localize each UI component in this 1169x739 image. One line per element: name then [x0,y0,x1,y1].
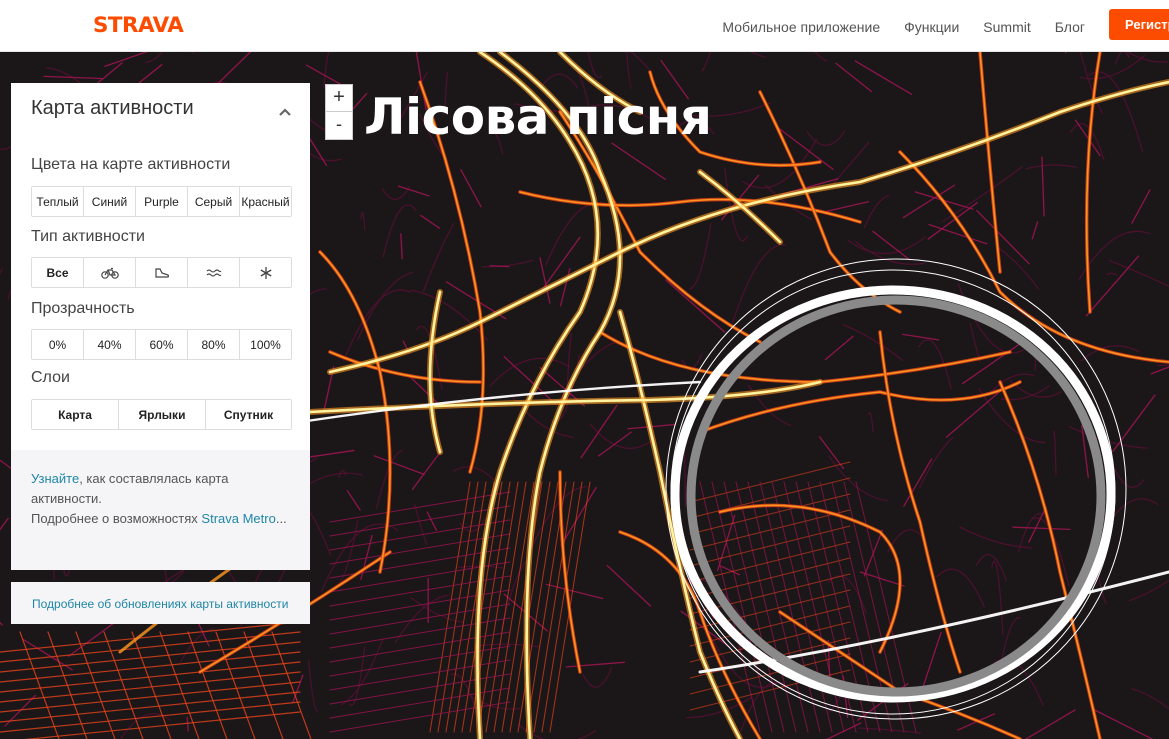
colors-label: Цвета на карте активности [31,156,231,173]
nav-link-blog[interactable]: Блог [1055,19,1085,35]
panel-title: Карта активности [31,97,194,119]
color-options: Теплый Синий Purple Серый Красный [31,186,292,217]
layers-label: Слои [31,369,70,386]
heatmap-updates-link[interactable]: Подробнее об обновлениях карты активност… [32,597,288,611]
activity-water-button[interactable] [187,257,240,288]
nav-link-features[interactable]: Функции [904,19,959,35]
color-option-blue[interactable]: Синий [83,186,136,217]
map-title: Лісова пісня [364,88,712,146]
learn-more-link[interactable]: Узнайте [31,471,79,486]
zoom-in-button[interactable]: + [325,84,353,112]
opacity-60-button[interactable]: 60% [135,329,188,360]
top-navigation: STRAVA Мобильное приложение Функции Summ… [0,0,1169,52]
activity-ride-button[interactable] [83,257,136,288]
color-option-purple[interactable]: Purple [135,186,188,217]
color-option-gray[interactable]: Серый [187,186,240,217]
snowflake-icon [259,266,272,279]
zoom-control: + - [325,84,353,140]
bike-icon [100,267,119,279]
activity-type-options: Все [31,257,292,288]
layer-map-button[interactable]: Карта [31,399,119,430]
activity-type-label: Тип активности [31,228,145,245]
metro-text: Подробнее о возможностях [31,511,202,526]
opacity-40-button[interactable]: 40% [83,329,136,360]
strava-metro-link[interactable]: Strava Metro [201,511,275,526]
zoom-out-button[interactable]: - [325,112,353,140]
layer-satellite-button[interactable]: Спутник [205,399,292,430]
nav-link-mobile-app[interactable]: Мобильное приложение [722,19,880,35]
shoe-icon [154,267,169,278]
heatmap-updates-box: Подробнее об обновлениях карты активност… [11,582,310,624]
strava-logo[interactable]: STRAVA [93,13,184,37]
opacity-options: 0% 40% 60% 80% 100% [31,329,292,360]
opacity-label: Прозрачность [31,300,135,317]
layer-labels-button[interactable]: Ярлыки [118,399,206,430]
activity-run-button[interactable] [135,257,188,288]
heatmap-panel: Карта активности Цвета на карте активнос… [11,83,310,570]
register-button[interactable]: Регистрация [1109,9,1169,40]
color-option-warm[interactable]: Теплый [31,186,84,217]
nav-link-summit[interactable]: Summit [983,19,1030,35]
nav-links: Мобильное приложение Функции Summit Блог… [722,9,1169,40]
layer-options: Карта Ярлыки Спутник [31,399,292,430]
activity-winter-button[interactable] [239,257,292,288]
chevron-up-icon[interactable] [278,105,292,119]
water-icon [206,268,221,277]
opacity-80-button[interactable]: 80% [187,329,240,360]
opacity-100-button[interactable]: 100% [239,329,292,360]
activity-all-button[interactable]: Все [31,257,84,288]
color-option-red[interactable]: Красный [239,186,292,217]
opacity-0-button[interactable]: 0% [31,329,84,360]
footer-ellipsis: ... [275,511,287,526]
panel-footer: Узнайте, как составлялась карта активнос… [11,450,310,570]
